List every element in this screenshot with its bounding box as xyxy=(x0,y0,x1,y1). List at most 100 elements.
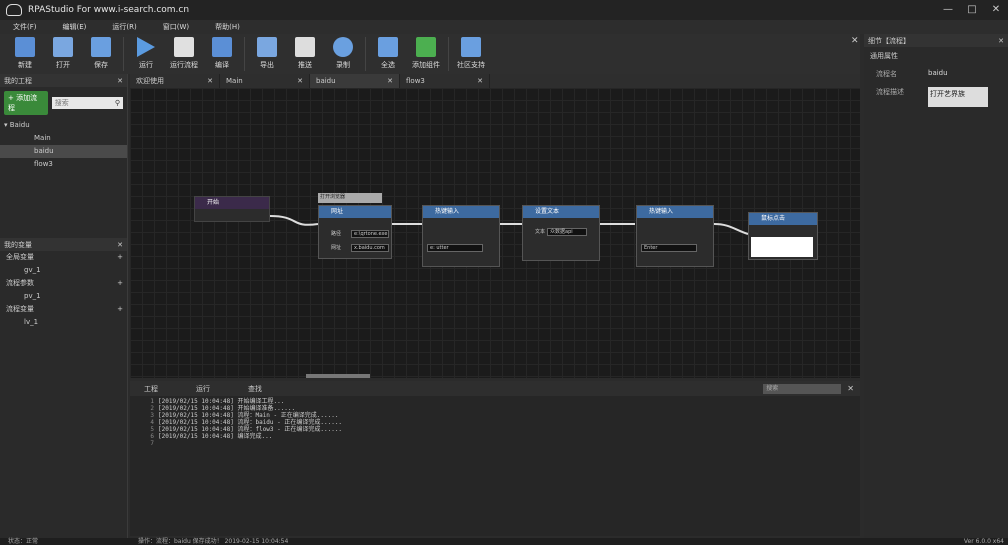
toolbar-divider xyxy=(365,37,366,71)
output-close-icon[interactable]: ✕ xyxy=(847,384,854,393)
add-variable-icon[interactable]: + xyxy=(117,277,123,290)
tab-close-icon[interactable]: ✕ xyxy=(387,77,393,85)
status-version: Ver 6.0.0 x64 xyxy=(963,538,1004,545)
detail-row-name: 流程名 baidu xyxy=(864,65,1008,83)
project-panel: 我的工程 ✕ + 添加流程 搜索 ⚲ ▾ Baidu Main baidu flow… xyxy=(0,74,128,238)
menu-edit[interactable]: 编辑(E) xyxy=(50,20,100,34)
menu-file[interactable]: 文件(F) xyxy=(0,20,50,34)
tab-run-output[interactable]: 运行 xyxy=(182,384,234,394)
tab-main[interactable]: Main ✕ xyxy=(220,74,310,88)
output-search-input[interactable]: 搜索 xyxy=(763,383,842,394)
browser-node-header: 网址 xyxy=(319,206,391,218)
url-field[interactable]: x.baidu.com xyxy=(351,244,389,252)
path-field[interactable]: e:\qrtone.exe xyxy=(351,230,389,238)
search-icon[interactable]: ⚲ xyxy=(115,97,120,109)
select-all-button[interactable]: 全选 xyxy=(369,34,407,70)
save-button[interactable]: 保存 xyxy=(82,34,120,70)
maximize-button[interactable]: □ xyxy=(960,0,984,20)
browser-node-title[interactable]: 打开浏览器 xyxy=(318,193,382,203)
record-button[interactable]: 录制 xyxy=(324,34,362,70)
tab-flow3[interactable]: flow3 ✕ xyxy=(400,74,490,88)
project-panel-close-icon[interactable]: ✕ xyxy=(117,77,123,85)
project-search-input[interactable]: 搜索 ⚲ xyxy=(51,97,123,109)
set-text-node[interactable]: 设置文本 文本 众数据api xyxy=(522,205,600,261)
start-node[interactable]: 开始 xyxy=(194,196,270,222)
menu-help[interactable]: 帮助(H) xyxy=(202,20,253,34)
output-panel: 工程 运行 查找 搜索 ✕ 1 [2019/02/15 10:04:48] 开始编… xyxy=(130,381,860,536)
var-group-flow[interactable]: 流程变量 + xyxy=(0,303,127,316)
output-log: 1 [2019/02/15 10:04:48] 开始编译工程... 2 [2019/… xyxy=(130,396,860,449)
var-group-params[interactable]: 流程参数 + xyxy=(0,277,127,290)
set-text-field[interactable]: 众数据api xyxy=(547,228,587,236)
tree-root-baidu[interactable]: ▾ Baidu xyxy=(0,119,127,132)
status-state: 状态：正常 xyxy=(8,538,39,545)
output-tabs: 工程 运行 查找 搜索 ✕ xyxy=(130,381,860,396)
hotkey-field-1[interactable]: e: utter xyxy=(427,244,483,252)
toolbar-divider xyxy=(123,37,124,71)
hotkey-input-node-2[interactable]: 热键输入 Enter xyxy=(636,205,714,267)
compile-button[interactable]: 编译 xyxy=(203,34,241,70)
close-button[interactable]: ✕ xyxy=(984,0,1008,20)
tab-find-output[interactable]: 查找 xyxy=(234,384,286,394)
tab-close-icon[interactable]: ✕ xyxy=(477,77,483,85)
status-bar: 状态：正常 操作：流程：baidu 保存成功！ 2019-02-15 10:04… xyxy=(0,538,1008,545)
record-icon xyxy=(333,37,353,57)
toolbar-close-icon[interactable]: ✕ xyxy=(851,36,859,46)
tab-label: Main xyxy=(226,77,243,85)
project-panel-header: 我的工程 ✕ xyxy=(0,74,127,87)
tab-baidu[interactable]: baidu ✕ xyxy=(310,74,400,88)
menu-window[interactable]: 窗口(W) xyxy=(150,20,202,34)
export-button[interactable]: 导出 xyxy=(248,34,286,70)
flow-name-value[interactable]: baidu xyxy=(928,69,948,79)
var-group-global[interactable]: 全局变量 + xyxy=(0,251,127,264)
var-group-label: 全局变量 xyxy=(6,253,34,261)
run-flow-button[interactable]: 运行流程 xyxy=(165,34,203,70)
new-label: 新建 xyxy=(18,61,32,69)
mouse-click-node[interactable]: 鼠标点击 xyxy=(748,212,818,260)
log-line: 4 [2019/02/15 10:04:48] 流程：baidu - 正在编译完成… xyxy=(150,419,343,426)
add-variable-icon[interactable]: + xyxy=(117,303,123,316)
tab-close-icon[interactable]: ✕ xyxy=(207,77,213,85)
tree-item-flow3[interactable]: flow3 xyxy=(0,158,127,171)
toolbar-divider xyxy=(448,37,449,71)
tab-close-icon[interactable]: ✕ xyxy=(297,77,303,85)
hotkey-input-node-1[interactable]: 热键输入 e: utter xyxy=(422,205,500,267)
details-close-icon[interactable]: ✕ xyxy=(998,37,1004,45)
open-button[interactable]: 打开 xyxy=(44,34,82,70)
tab-label: flow3 xyxy=(406,77,425,85)
tab-label: baidu xyxy=(316,77,336,85)
tree-item-baidu[interactable]: baidu xyxy=(0,145,127,158)
var-item-pv1[interactable]: pv_1 xyxy=(0,290,127,303)
new-button[interactable]: 新建 xyxy=(6,34,44,70)
add-variable-icon[interactable]: + xyxy=(117,251,123,264)
add-flow-button[interactable]: + 添加流程 xyxy=(4,91,48,115)
flow-desc-field[interactable]: 打开艺界族 xyxy=(928,87,988,107)
flow-canvas[interactable]: 开始 打开浏览器 网址 路径 e:\qrtone.exe 网址 x.baidu.… xyxy=(130,88,860,378)
menu-run[interactable]: 运行(R) xyxy=(99,20,149,34)
push-label: 推送 xyxy=(298,61,312,69)
tab-project-output[interactable]: 工程 xyxy=(130,384,182,394)
app-logo-icon xyxy=(6,4,22,16)
log-text: [2019/02/15 10:04:48] 流程：Main - 正在编译完成..… xyxy=(158,412,339,419)
run-button[interactable]: 运行 xyxy=(127,34,165,70)
details-panel-title: 细节【流程】 xyxy=(868,36,910,45)
status-message: 操作：流程：baidu 保存成功！ 2019-02-15 10:04:54 xyxy=(138,538,289,545)
var-item-gv1[interactable]: gv_1 xyxy=(0,264,127,277)
add-component-icon xyxy=(416,37,436,57)
hotkey-field-2[interactable]: Enter xyxy=(641,244,697,252)
push-button[interactable]: 推送 xyxy=(286,34,324,70)
details-panel: 细节【流程】 ✕ 通用属性 流程名 baidu 流程描述 打开艺界族 xyxy=(864,34,1008,538)
hotkey-node-header: 热键输入 xyxy=(423,206,499,218)
details-section-general[interactable]: 通用属性 xyxy=(864,47,1008,65)
community-button[interactable]: 社区支持 xyxy=(452,34,490,70)
log-line: 3 [2019/02/15 10:04:48] 流程：Main - 正在编译完成.… xyxy=(150,412,339,419)
tab-welcome[interactable]: 欢迎使用 ✕ xyxy=(130,74,220,88)
add-component-button[interactable]: 添加组件 xyxy=(407,34,445,70)
var-item-lv1[interactable]: lv_1 xyxy=(0,316,127,329)
tree-item-main[interactable]: Main xyxy=(0,132,127,145)
canvas-scrollbar[interactable] xyxy=(306,374,370,378)
tree-item-label: Main xyxy=(34,134,51,142)
open-browser-node[interactable]: 网址 路径 e:\qrtone.exe 网址 x.baidu.com xyxy=(318,205,392,259)
variables-panel-close-icon[interactable]: ✕ xyxy=(117,241,123,249)
minimize-button[interactable]: — xyxy=(936,0,960,20)
